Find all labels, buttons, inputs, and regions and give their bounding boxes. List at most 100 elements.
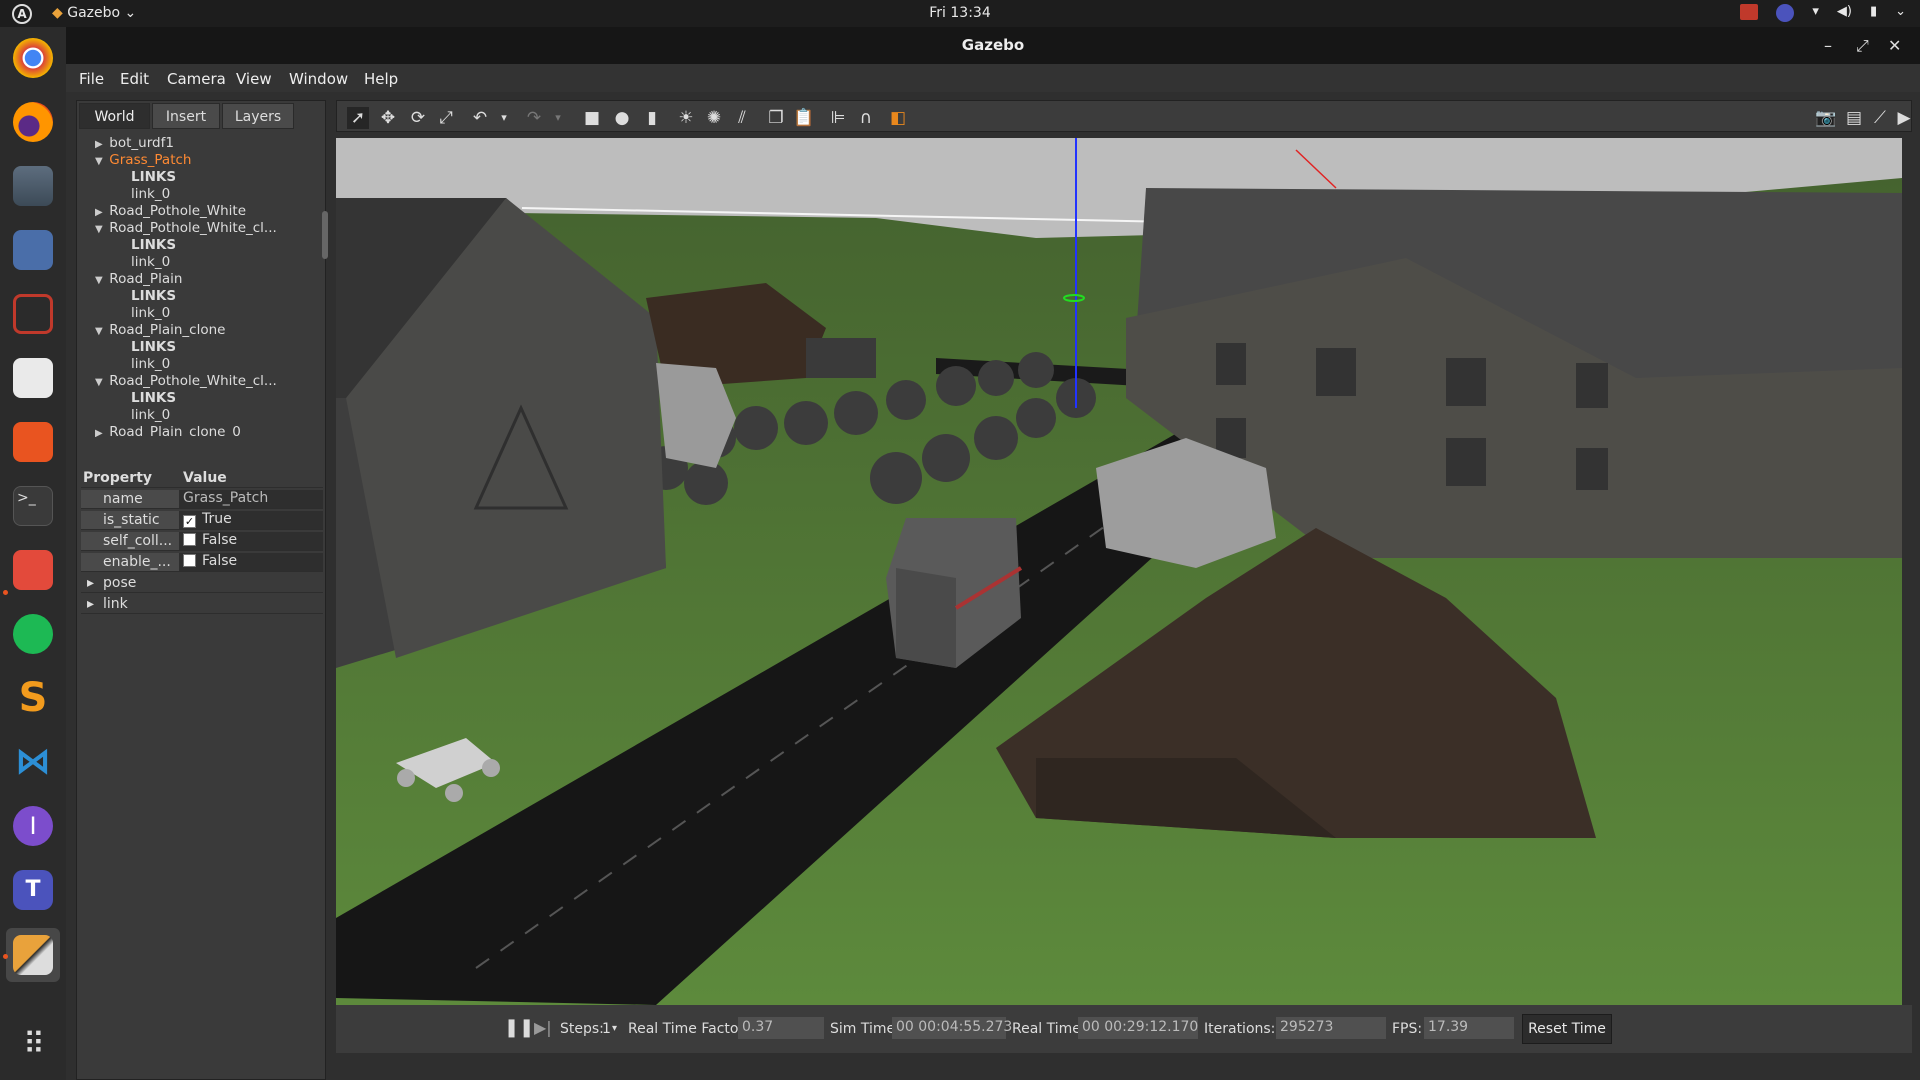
tree-item-links[interactable]: LINKS xyxy=(131,339,176,355)
expand-arrow-icon[interactable]: ▼ xyxy=(95,224,105,235)
directional-light-icon[interactable]: ⫽ xyxy=(731,107,753,129)
tree-item-road-pothole-white-clone[interactable]: ▼ Road_Pothole_White_cl... xyxy=(95,220,277,236)
pause-icon[interactable]: ❚❚ xyxy=(504,1017,534,1038)
tree-item-road-plain-clone-0[interactable]: ▶ Road_Plain_clone_0 xyxy=(95,424,241,437)
tree-item-road-plain-clone[interactable]: ▼ Road_Plain_clone xyxy=(95,322,225,338)
undo-icon[interactable]: ↶ xyxy=(469,107,491,129)
step-icon[interactable]: ▶| xyxy=(534,1018,552,1037)
chevron-down-icon[interactable]: ▾ xyxy=(612,1023,617,1034)
scale-icon[interactable]: ⤢ xyxy=(435,107,457,129)
app-store-icon[interactable] xyxy=(13,422,53,462)
snap-icon[interactable]: ∩ xyxy=(855,107,877,129)
files-icon[interactable] xyxy=(13,166,53,206)
show-applications-icon[interactable]: ⠿ xyxy=(13,1025,53,1065)
tree-item-road-plain[interactable]: ▼ Road_Plain xyxy=(95,271,182,287)
steps-value[interactable]: 1 xyxy=(602,1021,611,1037)
chevron-down-icon[interactable]: ⌄ xyxy=(1895,4,1906,22)
terminal-icon[interactable]: >_ xyxy=(13,486,53,526)
screenshot-icon[interactable] xyxy=(13,230,53,270)
redo-icon[interactable]: ↷ xyxy=(523,107,545,129)
expand-arrow-icon[interactable]: ▸ xyxy=(87,596,94,612)
menu-camera[interactable]: Camera xyxy=(167,70,226,88)
world-tree[interactable]: ▶ bot_urdf1 ▼ Grass_Patch LINKS link_0 ▶… xyxy=(81,131,323,437)
expand-arrow-icon[interactable]: ▼ xyxy=(95,326,105,337)
recorder-icon[interactable] xyxy=(13,294,53,334)
checkbox-unchecked[interactable] xyxy=(183,533,196,546)
checkbox-checked[interactable]: ✓ xyxy=(183,515,196,528)
tree-item-links[interactable]: LINKS xyxy=(131,390,176,406)
tree-scrollbar[interactable] xyxy=(322,211,328,259)
record-icon[interactable] xyxy=(1740,4,1759,20)
close-icon[interactable]: ✕ xyxy=(1888,27,1901,64)
plot-icon[interactable]: ⟋ xyxy=(1869,107,1891,129)
point-light-icon[interactable]: ☀ xyxy=(675,107,697,129)
property-expand-link[interactable]: ▸ link xyxy=(81,595,323,614)
menu-edit[interactable]: Edit xyxy=(120,70,149,88)
expand-arrow-icon[interactable]: ▶ xyxy=(95,428,105,437)
tree-item-link[interactable]: link_0 xyxy=(131,356,170,372)
tree-item-links[interactable]: LINKS xyxy=(131,237,176,253)
spotify-icon[interactable] xyxy=(13,614,53,654)
teams-icon[interactable]: T xyxy=(13,870,53,910)
menu-window[interactable]: Window xyxy=(289,70,348,88)
sublime-text-icon[interactable]: S xyxy=(13,678,53,718)
log-icon[interactable]: ▤ xyxy=(1843,107,1865,129)
tab-insert[interactable]: Insert xyxy=(152,103,220,129)
tree-item-road-pothole-white-clone-2[interactable]: ▼ Road_Pothole_White_cl... xyxy=(95,373,277,389)
anydesk-icon[interactable] xyxy=(13,550,53,590)
reset-time-button[interactable]: Reset Time xyxy=(1522,1014,1612,1044)
menu-help[interactable]: Help xyxy=(364,70,398,88)
view-angle-icon[interactable]: ◧ xyxy=(887,107,909,129)
expand-arrow-icon[interactable]: ▶ xyxy=(95,139,105,150)
expand-arrow-icon[interactable]: ▼ xyxy=(95,275,105,286)
paste-icon[interactable]: 📋 xyxy=(793,107,815,129)
spot-light-icon[interactable]: ✺ xyxy=(703,107,725,129)
maximize-icon[interactable]: ⤢ xyxy=(1856,27,1869,64)
gazebo-icon[interactable] xyxy=(13,935,53,975)
sphere-shape-icon[interactable]: ● xyxy=(611,107,633,129)
scene-render[interactable] xyxy=(336,138,1902,1005)
tab-layers[interactable]: Layers xyxy=(222,103,294,129)
menu-file[interactable]: File xyxy=(79,70,104,88)
translate-icon[interactable]: ✥ xyxy=(377,107,399,129)
chrome-icon[interactable] xyxy=(13,38,53,78)
tree-item-links[interactable]: LINKS xyxy=(131,169,176,185)
select-arrow-icon[interactable]: ➚ xyxy=(347,107,369,129)
video-record-icon[interactable]: ▶ xyxy=(1897,107,1911,129)
minimize-icon[interactable]: – xyxy=(1824,27,1832,64)
tree-item-links[interactable]: LINKS xyxy=(131,288,176,304)
property-expand-pose[interactable]: ▸ pose xyxy=(81,574,323,593)
redo-dropdown-icon[interactable]: ▾ xyxy=(547,107,569,129)
align-icon[interactable]: ⊫ xyxy=(827,107,849,129)
menu-view[interactable]: View xyxy=(236,70,272,88)
tree-item-bot-urdf1[interactable]: ▶ bot_urdf1 xyxy=(95,135,174,151)
rotate-icon[interactable]: ⟳ xyxy=(407,107,429,129)
property-value-enable-wind[interactable]: False xyxy=(179,553,323,571)
property-value-self-collide[interactable]: False xyxy=(179,532,323,550)
copy-icon[interactable]: ❐ xyxy=(765,107,787,129)
tab-world[interactable]: World xyxy=(79,103,150,129)
app-menu[interactable]: ◆ Gazebo ⌄ xyxy=(52,5,136,21)
cylinder-shape-icon[interactable]: ▮ xyxy=(641,107,663,129)
tree-item-grass-patch[interactable]: ▼ Grass_Patch xyxy=(95,152,191,168)
tree-item-link[interactable]: link_0 xyxy=(131,186,170,202)
network-icon[interactable]: ▾ xyxy=(1812,4,1819,22)
screenshot-icon[interactable]: 📷 xyxy=(1815,107,1837,129)
intellij-icon[interactable]: I xyxy=(13,806,53,846)
clock[interactable]: Fri 13:34 xyxy=(0,5,1920,21)
expand-arrow-icon[interactable]: ▼ xyxy=(95,377,105,388)
system-tray[interactable]: ▾ ◀) ▮ ⌄ xyxy=(1740,4,1906,22)
battery-icon[interactable]: ▮ xyxy=(1870,4,1877,22)
vscode-icon[interactable]: ⋈ xyxy=(13,742,53,782)
tree-item-link[interactable]: link_0 xyxy=(131,254,170,270)
firefox-icon[interactable] xyxy=(13,102,53,142)
volume-icon[interactable]: ◀) xyxy=(1837,4,1852,22)
property-value-is-static[interactable]: ✓ True xyxy=(179,511,323,529)
tree-item-link[interactable]: link_0 xyxy=(131,407,170,423)
property-value-name[interactable]: Grass_Patch xyxy=(179,490,323,508)
teams-icon[interactable] xyxy=(1776,4,1795,22)
box-shape-icon[interactable]: ■ xyxy=(581,107,603,129)
3d-viewport[interactable] xyxy=(336,138,1902,1005)
expand-arrow-icon[interactable]: ▸ xyxy=(87,575,94,591)
tree-item-link[interactable]: link_0 xyxy=(131,305,170,321)
